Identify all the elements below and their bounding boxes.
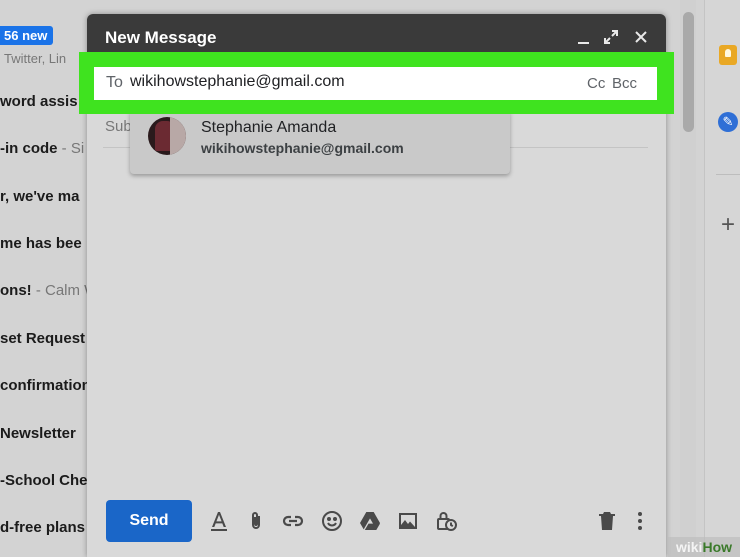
inbox-row[interactable]: confirmation bbox=[0, 377, 91, 394]
discard-draft-icon[interactable] bbox=[595, 509, 619, 533]
add-addon-icon[interactable]: + bbox=[721, 213, 735, 237]
side-panel-divider bbox=[716, 174, 740, 175]
fullscreen-icon[interactable] bbox=[600, 26, 622, 48]
category-senders: Twitter, Lin bbox=[4, 51, 67, 66]
formatting-icon[interactable] bbox=[207, 509, 231, 533]
bcc-link[interactable]: Bcc bbox=[612, 75, 637, 92]
inbox-row[interactable]: me has bee bbox=[0, 235, 82, 252]
inbox-row[interactable]: -School Che bbox=[0, 472, 88, 489]
drive-icon[interactable] bbox=[358, 509, 382, 533]
send-button[interactable]: Send bbox=[106, 500, 192, 542]
keep-icon[interactable] bbox=[719, 45, 737, 65]
close-icon[interactable] bbox=[630, 26, 652, 48]
minimize-icon[interactable] bbox=[573, 26, 595, 48]
new-mail-badge[interactable]: 56 new bbox=[0, 26, 54, 45]
attach-icon[interactable] bbox=[244, 509, 268, 533]
inbox-row[interactable]: word assis bbox=[0, 93, 78, 110]
inbox-row[interactable]: -in code - Si bbox=[0, 140, 84, 157]
to-field[interactable]: To wikihowstephanie@gmail.com Cc Bcc bbox=[94, 67, 657, 100]
subject-field[interactable]: Sub bbox=[105, 118, 132, 135]
inbox-row[interactable]: Newsletter bbox=[0, 425, 76, 442]
link-icon[interactable] bbox=[281, 509, 305, 533]
more-options-icon[interactable] bbox=[628, 509, 652, 533]
inbox-row[interactable]: r, we've ma bbox=[0, 188, 79, 205]
photo-icon[interactable] bbox=[396, 509, 420, 533]
to-input[interactable]: wikihowstephanie@gmail.com bbox=[130, 73, 345, 91]
emoji-icon[interactable] bbox=[320, 509, 344, 533]
confidential-mode-icon[interactable] bbox=[434, 509, 458, 533]
side-panel bbox=[704, 0, 740, 557]
inbox-row[interactable]: ons! - Calm W bbox=[0, 282, 98, 299]
suggestion-name: Stephanie Amanda bbox=[201, 119, 337, 136]
suggestion-email: wikihowstephanie@gmail.com bbox=[201, 140, 404, 156]
inbox-row[interactable]: d-free plans bbox=[0, 519, 85, 536]
to-label: To bbox=[106, 74, 123, 91]
recipient-suggestion[interactable]: Stephanie Amanda wikihowstephanie@gmail.… bbox=[130, 111, 510, 174]
compose-title: New Message bbox=[105, 28, 217, 47]
scrollbar-thumb[interactable] bbox=[683, 12, 694, 132]
tasks-icon[interactable]: ✎ bbox=[718, 112, 738, 132]
cc-link[interactable]: Cc bbox=[587, 75, 605, 92]
avatar bbox=[148, 117, 186, 155]
wikihow-watermark: wikiHow bbox=[668, 537, 740, 557]
inbox-row[interactable]: set Request bbox=[0, 330, 85, 347]
